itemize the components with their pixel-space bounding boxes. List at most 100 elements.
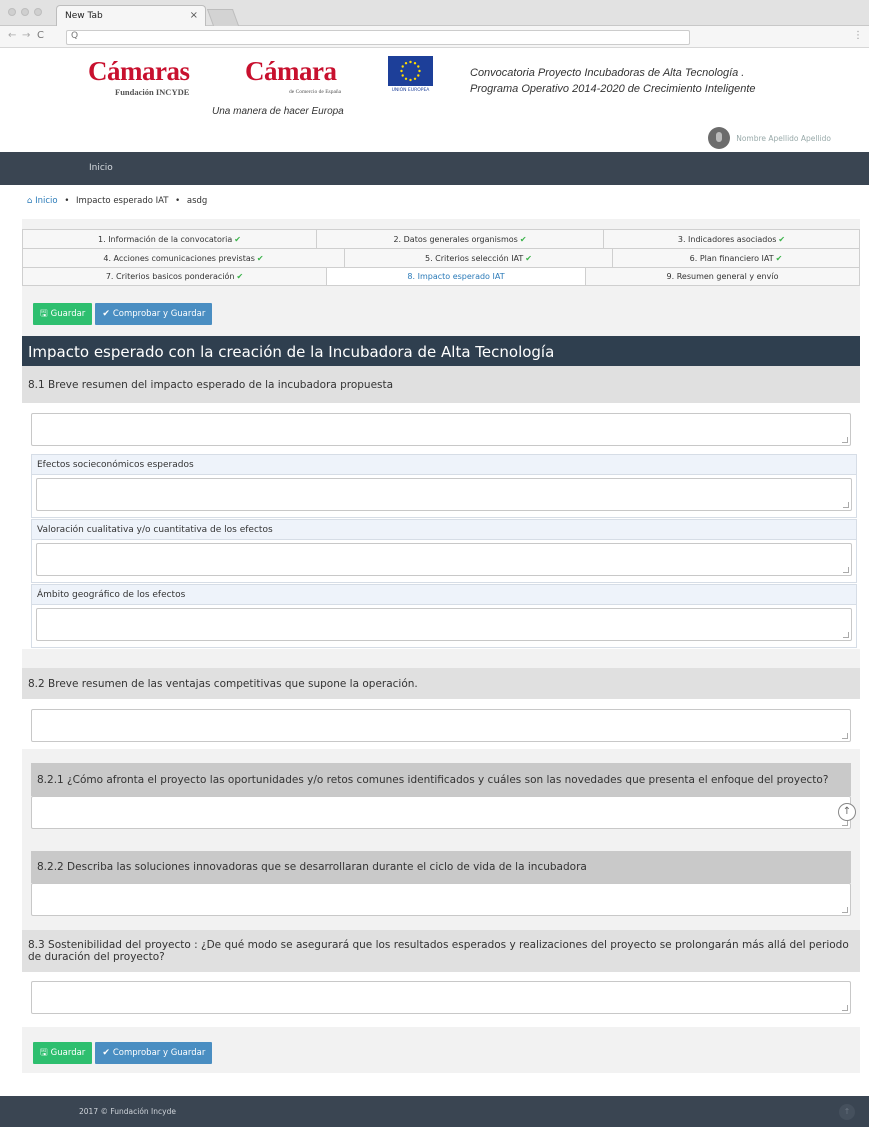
- check-save-button[interactable]: ✔ Comprobar y Guardar: [95, 303, 213, 325]
- check-icon: ✔: [525, 253, 532, 263]
- back-to-top-icon[interactable]: ↑: [839, 1104, 855, 1120]
- back-icon[interactable]: ←: [8, 30, 16, 41]
- save-button[interactable]: 🖫 Guardar: [33, 303, 93, 325]
- check-icon: ✔: [775, 253, 783, 263]
- window-minimize-dot[interactable]: [21, 8, 29, 16]
- camaras-incyde-logo[interactable]: Cámaras Fundación INCYDE: [88, 56, 190, 97]
- search-icon: Q: [71, 31, 79, 41]
- footer-copyright: 2017 © Fundación Incyde: [79, 1107, 176, 1116]
- browser-tabbar: New Tab ×: [0, 0, 869, 26]
- valuation-label: Valoración cualitativa y/o cuantitativa …: [31, 519, 857, 540]
- logo2-text: Cámara: [245, 56, 337, 86]
- logo1-text: Cámaras: [88, 56, 190, 86]
- impact-summary-textarea[interactable]: [31, 413, 851, 446]
- step-label: 5. Criterios selección IAT: [424, 253, 524, 263]
- save-label: Guardar: [50, 1048, 86, 1058]
- eu-flag-icon: [388, 56, 433, 86]
- save-icon: 🖫: [40, 309, 48, 319]
- user-name: Nombre Apellido Apellido: [736, 133, 831, 143]
- effects-textarea[interactable]: [36, 478, 852, 511]
- tab-close-icon[interactable]: ×: [190, 10, 198, 21]
- step-row: 7. Criterios basicos ponderación ✔ 8. Imp…: [22, 267, 860, 286]
- browser-toolbar: ← → C Q ⋮: [0, 26, 869, 48]
- save-label: Guardar: [50, 309, 86, 319]
- step-navigation: 1. Información de la convocatoria ✔ 2. Da…: [22, 229, 860, 286]
- window-maximize-dot[interactable]: [34, 8, 42, 16]
- step-label: 2. Datos generales organismos: [393, 234, 518, 244]
- window-close-dot[interactable]: [8, 8, 16, 16]
- form-panel: 1. Información de la convocatoria ✔ 2. Da…: [22, 219, 860, 1073]
- step-label: 4. Acciones comunicaciones previstas: [103, 253, 255, 263]
- step-2[interactable]: 2. Datos generales organismos ✔: [317, 230, 604, 248]
- breadcrumb-separator: •: [175, 196, 181, 206]
- tagline: Una manera de hacer Europa: [212, 106, 344, 117]
- check-icon: ✔: [519, 234, 527, 244]
- valuation-textarea[interactable]: [36, 543, 852, 576]
- check-save-button-bottom[interactable]: ✔ Comprobar y Guardar: [95, 1042, 213, 1064]
- program-title: Convocatoria Proyecto Incubadoras de Alt…: [470, 65, 756, 97]
- subsection-8-2-1-heading: 8.2.1 ¿Cómo afronta el proyecto las opor…: [31, 763, 851, 796]
- check-icon: ✔: [236, 272, 244, 281]
- opportunities-textarea[interactable]: [31, 796, 851, 829]
- step-label: 3. Indicadores asociados: [677, 234, 777, 244]
- new-tab-button[interactable]: [206, 9, 240, 26]
- step-label: 9. Resumen general y envío: [666, 272, 779, 281]
- step-6[interactable]: 6. Plan financiero IAT ✔: [613, 249, 859, 267]
- check-icon: ✔: [234, 234, 241, 244]
- step-7[interactable]: 7. Criterios basicos ponderación ✔: [23, 268, 327, 285]
- check-icon: ✔: [102, 1048, 110, 1058]
- tab-title: New Tab: [65, 11, 103, 21]
- innovations-textarea[interactable]: [31, 883, 851, 916]
- check-icon: ✔: [778, 234, 786, 244]
- advantages-textarea[interactable]: [31, 709, 851, 742]
- breadcrumb: ⌂ Inicio • Impacto esperado IAT • asdg: [27, 196, 207, 206]
- step-9[interactable]: 9. Resumen general y envío: [586, 268, 859, 285]
- program-title-line2: Programa Operativo 2014-2020 de Crecimie…: [470, 83, 756, 95]
- subsection-8-1-heading: 8.1 Breve resumen del impacto esperado d…: [22, 366, 860, 403]
- scroll-up-icon[interactable]: ↑: [838, 803, 856, 821]
- breadcrumb-current: Impacto esperado IAT: [76, 196, 169, 206]
- scope-label: Ámbito geográfico de los efectos: [31, 584, 857, 605]
- step-label: 6. Plan financiero IAT: [689, 253, 774, 263]
- logo2-subtitle: de Comercio de España: [289, 89, 342, 95]
- user-menu[interactable]: Nombre Apellido Apellido: [708, 127, 831, 149]
- scope-textarea[interactable]: [36, 608, 852, 641]
- step-row: 1. Información de la convocatoria ✔ 2. Da…: [22, 229, 860, 248]
- save-button-bottom[interactable]: 🖫 Guardar: [33, 1042, 93, 1064]
- step-1[interactable]: 1. Información de la convocatoria ✔: [23, 230, 317, 248]
- section-title: Impacto esperado con la creación de la I…: [22, 336, 860, 366]
- sustainability-textarea[interactable]: [31, 981, 851, 1014]
- site-footer: 2017 © Fundación Incyde ↑: [0, 1096, 869, 1127]
- check-save-label: Comprobar y Guardar: [112, 309, 206, 319]
- check-icon: ✔: [102, 309, 110, 319]
- step-8-active[interactable]: 8. Impacto esperado IAT: [327, 268, 586, 285]
- subsection-8-3-heading: 8.3 Sostenibilidad del proyecto : ¿De qu…: [22, 930, 860, 972]
- camara-espana-logo[interactable]: Cámara de Comercio de España: [245, 56, 341, 95]
- step-row: 4. Acciones comunicaciones previstas ✔ 5.…: [22, 248, 860, 267]
- browser-tab[interactable]: New Tab ×: [56, 5, 206, 26]
- check-icon: ✔: [256, 253, 264, 263]
- subsection-8-2-2-heading: 8.2.2 Describa las soluciones innovadora…: [31, 851, 851, 883]
- step-3[interactable]: 3. Indicadores asociados ✔: [604, 230, 859, 248]
- effects-label: Efectos socieconómicos esperados: [31, 454, 857, 475]
- site-header: Cámaras Fundación INCYDE Cámara de Comer…: [0, 48, 869, 152]
- top-actions: 🖫 Guardar ✔ Comprobar y Guardar: [33, 303, 215, 325]
- breadcrumb-separator: •: [64, 196, 70, 206]
- address-bar[interactable]: Q: [66, 30, 690, 45]
- nav-item-inicio[interactable]: Inicio: [89, 163, 113, 173]
- step-label: 1. Información de la convocatoria: [98, 234, 233, 244]
- logo1-subtitle: Fundación INCYDE: [115, 87, 190, 97]
- home-icon[interactable]: ⌂: [27, 196, 32, 206]
- step-label: 8. Impacto esperado IAT: [407, 272, 505, 281]
- step-5[interactable]: 5. Criterios selección IAT ✔: [345, 249, 613, 267]
- forward-icon[interactable]: →: [22, 30, 30, 41]
- save-icon: 🖫: [40, 1048, 48, 1058]
- reload-icon[interactable]: C: [37, 30, 44, 41]
- main-navbar: Inicio: [0, 152, 869, 185]
- breadcrumb-home[interactable]: Inicio: [35, 196, 58, 206]
- step-4[interactable]: 4. Acciones comunicaciones previstas ✔: [23, 249, 345, 267]
- browser-menu-icon[interactable]: ⋮: [853, 30, 863, 41]
- avatar-icon: [708, 127, 731, 149]
- breadcrumb-leaf: asdg: [186, 196, 208, 206]
- program-title-line1: Convocatoria Proyecto Incubadoras de Alt…: [470, 67, 745, 79]
